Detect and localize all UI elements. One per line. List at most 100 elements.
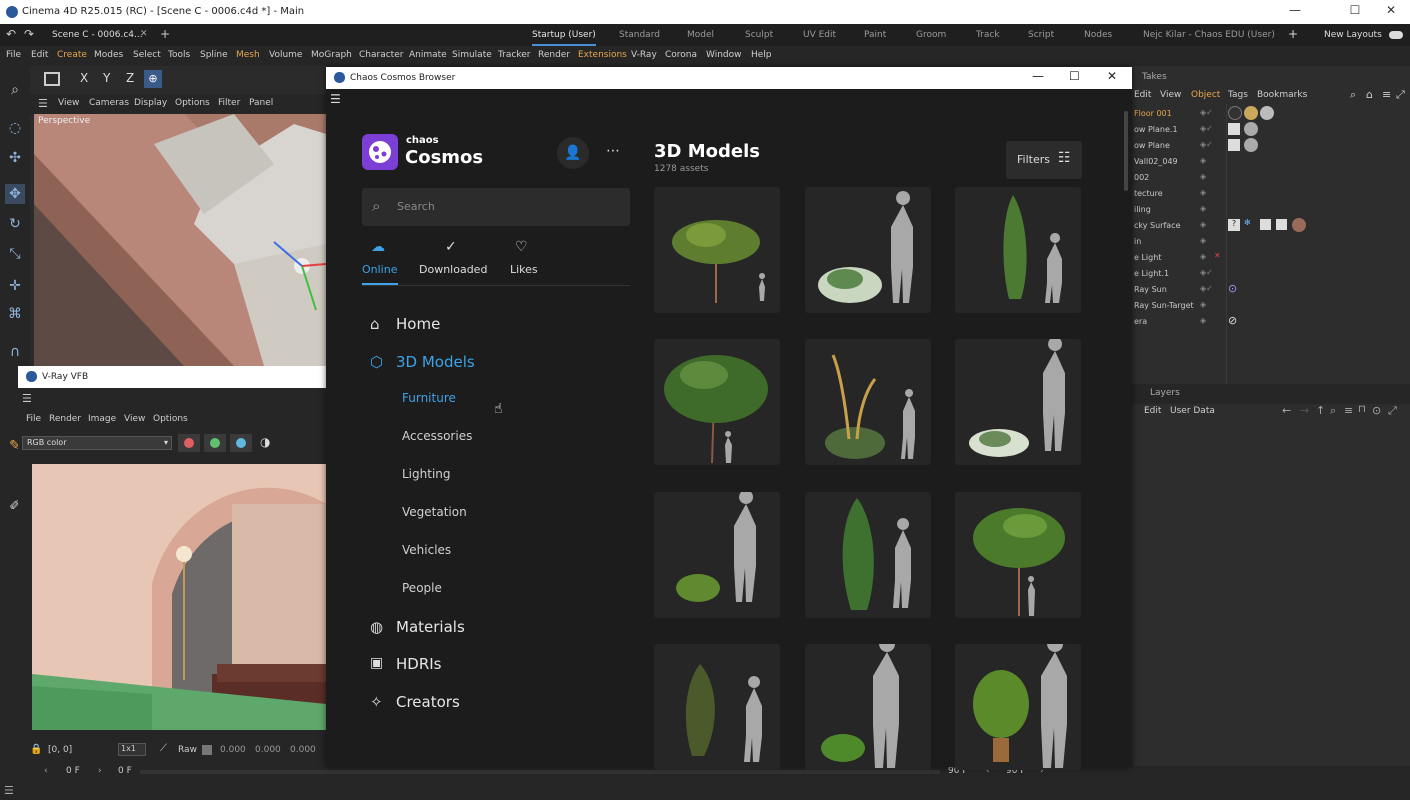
account-button[interactable]: 👤 — [557, 137, 589, 169]
material-tag-icon[interactable] — [1260, 106, 1274, 120]
om-home-icon[interactable]: ⌂ — [1366, 88, 1373, 101]
tab-script[interactable]: Script — [1028, 24, 1054, 46]
document-tab[interactable]: Scene C - 0006.c4... — [52, 24, 143, 46]
om-menu-object[interactable]: Object — [1191, 90, 1220, 100]
axis-x-button[interactable]: X — [80, 71, 88, 85]
menu-tracker[interactable]: Tracker — [498, 50, 530, 60]
om-menu-edit[interactable]: Edit — [1134, 90, 1151, 100]
checker-tag-icon[interactable] — [1260, 219, 1271, 230]
unknown-tag-icon[interactable]: ? — [1228, 219, 1240, 231]
viewport-hamburger-icon[interactable]: ☰ — [38, 97, 48, 110]
menu-tools[interactable]: Tools — [168, 50, 190, 60]
menu-create[interactable]: Create — [57, 50, 87, 60]
menu-vray[interactable]: V-Ray — [631, 50, 657, 60]
om-menu-tags[interactable]: Tags — [1228, 90, 1248, 100]
sub-vegetation[interactable]: Vegetation — [402, 505, 467, 519]
axis-y-button[interactable]: Y — [103, 71, 110, 85]
snap-icon[interactable]: ⌘ — [5, 304, 25, 324]
vp-menu-display[interactable]: Display — [134, 98, 167, 108]
object-row[interactable]: 002 ◈ — [1132, 170, 1410, 186]
disabled-icon[interactable]: ✕ — [1214, 251, 1221, 260]
menu-mesh[interactable]: Mesh — [236, 50, 260, 60]
asset-card[interactable] — [955, 644, 1081, 770]
vray-tag-icon[interactable]: ✻ — [1244, 218, 1251, 227]
asset-card[interactable] — [654, 339, 780, 465]
tweak-icon[interactable]: ✣ — [5, 148, 25, 168]
layers-menu-userdata[interactable]: User Data — [1170, 406, 1215, 416]
object-row[interactable]: Vall02_049 ◈ — [1132, 154, 1410, 170]
nav-hdris[interactable]: HDRIs — [396, 655, 442, 673]
menu-help[interactable]: Help — [751, 50, 772, 60]
object-row[interactable]: era ◈ ⊘ — [1132, 314, 1410, 330]
menu-select[interactable]: Select — [133, 50, 161, 60]
layout-toggle[interactable] — [1389, 31, 1403, 39]
tab-startup[interactable]: Startup (User) — [532, 24, 596, 46]
red-channel-button[interactable] — [178, 434, 200, 452]
sub-furniture[interactable]: Furniture — [402, 391, 456, 405]
perspective-viewport[interactable]: Perspective — [34, 114, 326, 366]
asset-card[interactable] — [654, 187, 780, 313]
material-tag-icon[interactable] — [1228, 106, 1242, 120]
om-expand-icon[interactable]: ⤢ — [1396, 88, 1405, 102]
object-row[interactable]: iling ◈ — [1132, 202, 1410, 218]
add-layout-icon[interactable]: + — [1288, 27, 1298, 41]
protection-tag-icon[interactable]: ⊘ — [1228, 314, 1237, 327]
tab-downloaded[interactable]: ✓ Downloaded — [419, 239, 489, 285]
vp-menu-cameras[interactable]: Cameras — [89, 98, 129, 108]
menu-simulate[interactable]: Simulate — [452, 50, 492, 60]
undo-icon[interactable]: ↶ — [6, 27, 16, 41]
object-row[interactable]: Ray Sun-Target ◈ — [1132, 298, 1410, 314]
asset-card[interactable] — [805, 187, 931, 313]
model-mode-icon[interactable] — [44, 72, 60, 86]
asset-card[interactable] — [805, 339, 931, 465]
om-search-icon[interactable]: ⌕ — [1350, 88, 1356, 102]
move-icon[interactable]: ✥ — [5, 184, 25, 204]
scale-icon[interactable]: ⤡ — [5, 244, 25, 264]
layers-menu-edit[interactable]: Edit — [1144, 406, 1161, 416]
layers-filter-icon[interactable]: ≡ — [1344, 404, 1353, 417]
menu-extensions[interactable]: Extensions — [578, 50, 627, 60]
browser-close-button[interactable]: ✕ — [1107, 69, 1117, 83]
add-tab-icon[interactable]: + — [160, 27, 170, 41]
tab-online[interactable]: ☁ Online — [362, 239, 398, 285]
asset-card[interactable] — [955, 339, 1081, 465]
sub-vehicles[interactable]: Vehicles — [402, 543, 451, 557]
vp-menu-options[interactable]: Options — [175, 98, 210, 108]
browser-hamburger-icon[interactable]: ☰ — [330, 92, 341, 106]
menu-modes[interactable]: Modes — [94, 50, 123, 60]
vfb-menu-file[interactable]: File — [26, 414, 41, 424]
tab-standard[interactable]: Standard — [619, 24, 660, 46]
layers-lock-icon[interactable]: ⊓ — [1358, 404, 1366, 415]
om-menu-view[interactable]: View — [1160, 90, 1181, 100]
transform-icon[interactable]: ✛ — [5, 276, 25, 296]
object-row[interactable]: ow Plane ◈✓ — [1132, 138, 1410, 154]
tab-uv-edit[interactable]: UV Edit — [803, 24, 836, 46]
channel-select[interactable]: RGB color ▾ — [22, 436, 172, 450]
material-tag-icon[interactable] — [1244, 138, 1258, 152]
asset-card[interactable] — [805, 644, 931, 770]
menu-render[interactable]: Render — [538, 50, 570, 60]
layers-expand-icon[interactable]: ⤢ — [1388, 404, 1397, 418]
om-filter-icon[interactable]: ≡ — [1382, 88, 1391, 101]
material-tag-icon[interactable] — [1244, 106, 1258, 120]
tab-paint[interactable]: Paint — [864, 24, 886, 46]
menu-window[interactable]: Window — [706, 50, 742, 60]
up-arrow-icon[interactable]: ↑ — [1316, 404, 1325, 417]
object-row[interactable]: cky Surface ◈? ✻ — [1132, 218, 1410, 234]
rotate-icon[interactable]: ↻ — [5, 214, 25, 234]
curve-icon[interactable]: ⟋ — [160, 743, 167, 754]
display-tag-icon[interactable] — [1228, 139, 1240, 151]
menu-mograph[interactable]: MoGraph — [311, 50, 352, 60]
magnet-icon[interactable]: ∩ — [5, 342, 25, 362]
sub-lighting[interactable]: Lighting — [402, 467, 451, 481]
vfb-menu-options[interactable]: Options — [153, 414, 188, 424]
object-row[interactable]: Floor 001 ◈✓ — [1132, 106, 1410, 122]
redo-icon[interactable]: ↷ — [24, 27, 34, 41]
layers-tab[interactable]: Layers — [1150, 388, 1180, 398]
close-button[interactable]: ✕ — [1368, 3, 1410, 17]
vp-menu-view[interactable]: View — [58, 98, 79, 108]
tab-sculpt[interactable]: Sculpt — [745, 24, 773, 46]
menu-spline[interactable]: Spline — [200, 50, 228, 60]
vfb-hamburger-icon[interactable]: ☰ — [22, 392, 32, 405]
tab-likes[interactable]: ♡ Likes — [510, 239, 540, 285]
